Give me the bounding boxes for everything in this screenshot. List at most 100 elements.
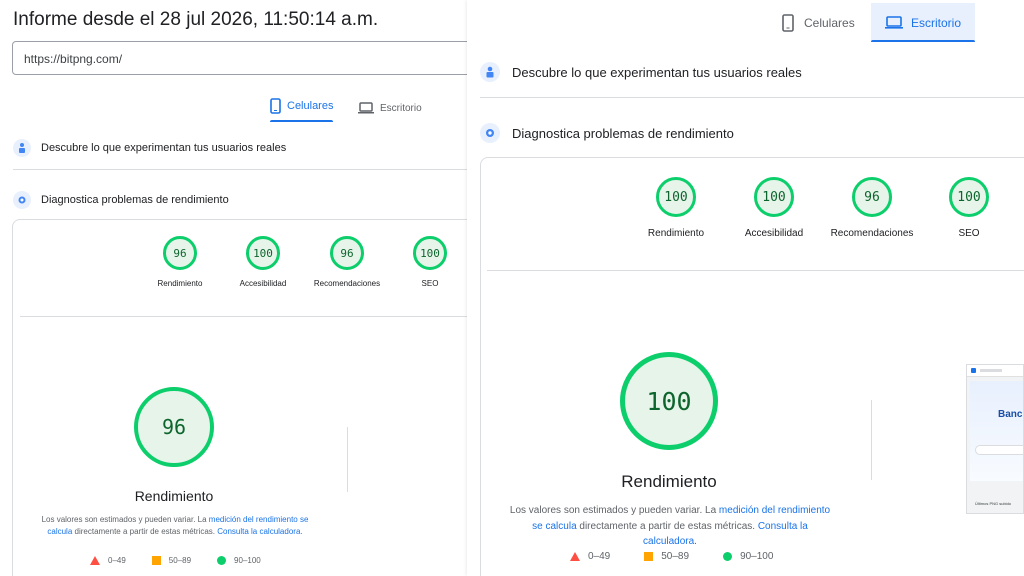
- laptop-icon: [358, 102, 374, 114]
- gauge-ring: 96: [330, 236, 364, 270]
- thumbnail-heading: Banc: [998, 409, 1023, 420]
- gauge-best-practices[interactable]: 96 Recomendaciones: [822, 177, 922, 239]
- diagnose-row: Diagnostica problemas de rendimiento: [480, 123, 734, 143]
- main-score-value: 96: [161, 415, 187, 439]
- vertical-separator: [871, 400, 872, 480]
- gauge-value: 96: [173, 246, 187, 260]
- gauge-label: SEO: [958, 228, 980, 239]
- users-icon: [13, 139, 31, 157]
- tab-active-indicator: [871, 40, 975, 42]
- note-text: Los valores son estimados y pueden varia…: [41, 515, 209, 524]
- gauge-accessibility[interactable]: 100 Accesibilidad: [734, 177, 814, 239]
- gauge-value: 100: [664, 189, 688, 205]
- gauge-label: Recomendaciones: [830, 228, 914, 239]
- mobile-report-panel: Informe desde el 28 jul 2026, 11:50:14 a…: [0, 0, 470, 576]
- gauge-label: Accesibilidad: [239, 279, 287, 288]
- diagnose-label: Diagnostica problemas de rendimiento: [512, 125, 734, 141]
- tab-mobile[interactable]: Celulares: [782, 13, 855, 33]
- tab-desktop-label: Escritorio: [380, 102, 422, 114]
- note-text: Los valores son estimados y pueden varia…: [509, 505, 719, 516]
- gauge-accessibility[interactable]: 100 Accesibilidad: [229, 236, 297, 288]
- divider: [20, 316, 470, 317]
- gauge-performance[interactable]: 100 Rendimiento: [636, 177, 716, 239]
- legend-average: 50–89: [644, 551, 689, 562]
- lab-icon: [480, 123, 500, 143]
- main-score-label: Rendimiento: [134, 488, 214, 504]
- thumbnail-nav: [980, 369, 1002, 372]
- tab-mobile-label: Celulares: [804, 16, 855, 30]
- thumbnail-caption: Últimos PNG subido: [975, 501, 1012, 506]
- gauge-label: Accesibilidad: [744, 228, 804, 239]
- page-screenshot-thumbnail[interactable]: Banc Últimos PNG subido: [966, 364, 1024, 514]
- logo-icon: [971, 368, 976, 373]
- divider: [13, 169, 470, 170]
- gauge-value: 100: [420, 246, 440, 260]
- tab-mobile-label: Celulares: [287, 100, 334, 112]
- gauge-seo[interactable]: 100 SEO: [396, 236, 464, 288]
- divider: [487, 270, 1024, 271]
- tab-active-indicator: [270, 120, 334, 122]
- legend-label: 0–49: [588, 551, 611, 562]
- gauge-value: 96: [864, 189, 880, 205]
- phone-icon: [782, 14, 794, 32]
- tab-desktop[interactable]: Escritorio: [871, 3, 975, 42]
- triangle-icon: [90, 556, 100, 565]
- legend-label: 90–100: [234, 556, 261, 565]
- legend-poor: 0–49: [570, 551, 610, 562]
- circle-icon: [723, 552, 733, 561]
- gauge-performance[interactable]: 96 Rendimiento: [146, 236, 214, 288]
- gauge-seo[interactable]: 100 SEO: [929, 177, 1009, 239]
- square-icon: [151, 556, 161, 565]
- thumbnail-hero: [970, 381, 1023, 481]
- gauge-ring: 100: [246, 236, 280, 270]
- legend-average: 50–89: [151, 556, 192, 565]
- legend-good: 90–100: [217, 556, 261, 565]
- note-text: directamente a partir de estas métricas.: [72, 527, 218, 537]
- gauge-label: Rendimiento: [157, 279, 203, 288]
- thumbnail-search: [975, 445, 1023, 455]
- tab-desktop[interactable]: Escritorio: [358, 98, 422, 118]
- gauge-ring: 100: [949, 177, 989, 217]
- main-score-value: 100: [646, 386, 692, 416]
- field-data-label: Descubre lo que experimentan tus usuario…: [512, 64, 802, 80]
- score-note: Los valores son estimados y pueden varia…: [30, 514, 320, 539]
- diagnose-row: Diagnostica problemas de rendimiento: [13, 191, 229, 209]
- report-title: Informe desde el 28 jul 2026, 11:50:14 a…: [13, 9, 379, 30]
- gauge-best-practices[interactable]: 96 Recomendaciones: [306, 236, 388, 288]
- screenshot-stage: Informe desde el 28 jul 2026, 11:50:14 a…: [0, 0, 1024, 576]
- field-data-label: Descubre lo que experimentan tus usuario…: [41, 142, 287, 154]
- note-text: directamente a partir de estas métricas.: [576, 520, 758, 532]
- diagnose-label: Diagnostica problemas de rendimiento: [41, 194, 229, 206]
- laptop-icon: [885, 16, 903, 29]
- gauge-ring: 100: [656, 177, 696, 217]
- gauge-label: Recomendaciones: [313, 279, 381, 288]
- gauge-value: 96: [340, 246, 354, 260]
- field-data-row[interactable]: Descubre lo que experimentan tus usuario…: [13, 139, 286, 157]
- legend-label: 90–100: [740, 551, 774, 562]
- main-score-gauge: 96: [134, 387, 214, 467]
- legend-poor: 0–49: [90, 556, 126, 565]
- score-note: Los valores son estimados y pueden varia…: [505, 503, 835, 550]
- divider: [480, 97, 1024, 98]
- calculator-link[interactable]: Consulta la calculadora.: [217, 527, 302, 536]
- gauge-value: 100: [253, 246, 273, 260]
- gauge-ring: 96: [852, 177, 892, 217]
- url-input[interactable]: https://bitpng.com/: [12, 41, 470, 75]
- triangle-icon: [570, 552, 580, 561]
- square-icon: [644, 552, 654, 561]
- desktop-report-panel: Celulares Escritorio Descubre lo que exp…: [467, 0, 1024, 576]
- gauge-value: 100: [762, 189, 786, 205]
- gauge-ring: 96: [163, 236, 197, 270]
- legend-good: 90–100: [723, 551, 773, 562]
- score-legend: 0–49 50–89 90–100: [90, 556, 261, 565]
- gauge-label: Rendimiento: [647, 228, 705, 239]
- legend-label: 0–49: [108, 556, 126, 565]
- gauge-value: 100: [957, 189, 981, 205]
- tab-mobile[interactable]: Celulares: [270, 96, 334, 122]
- field-data-row[interactable]: Descubre lo que experimentan tus usuario…: [480, 62, 802, 82]
- legend-label: 50–89: [168, 556, 192, 565]
- gauge-ring: 100: [754, 177, 794, 217]
- gauge-label: SEO: [421, 279, 439, 288]
- score-legend: 0–49 50–89 90–100: [570, 551, 773, 562]
- circle-icon: [217, 556, 227, 565]
